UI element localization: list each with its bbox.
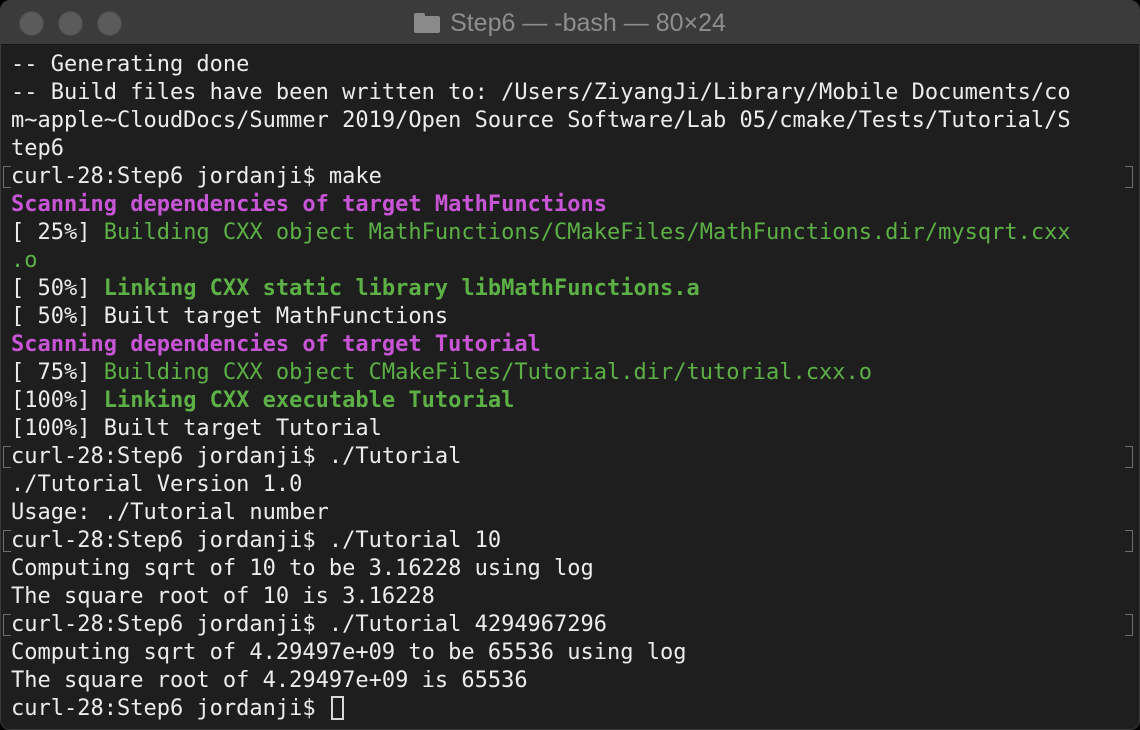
line-text: -- Generating done	[11, 52, 250, 77]
terminal-window: Step6 — -bash — 80×24 -- Generating done…	[0, 0, 1140, 730]
line-text: m~apple~CloudDocs/Summer 2019/Open Sourc…	[11, 108, 1071, 133]
output-line: Usage: ./Tutorial number	[11, 499, 1071, 527]
line-text: Building CXX object CMakeFiles/Tutorial.…	[103, 360, 872, 385]
output-line: Scanning dependencies of target MathFunc…	[11, 191, 1071, 219]
prompt-mark-left	[3, 166, 11, 188]
line-text: [ 25%]	[11, 220, 104, 245]
prompt-mark-left	[3, 530, 11, 552]
prompt-mark-right	[1125, 446, 1133, 468]
output-line: m~apple~CloudDocs/Summer 2019/Open Sourc…	[11, 107, 1071, 135]
prompt-mark-right	[1125, 614, 1133, 636]
folder-icon	[414, 13, 441, 33]
line-text: [100%]	[11, 388, 104, 413]
prompt-mark-left	[3, 614, 11, 636]
output-line: [ 50%] Built target MathFunctions	[11, 303, 1071, 331]
window-title: Step6 — -bash — 80×24	[450, 8, 726, 37]
terminal-content[interactable]: -- Generating done -- Build files have be…	[1, 45, 1139, 729]
title-bar: Step6 — -bash — 80×24	[1, 1, 1139, 45]
line-text: [100%] Built target Tutorial	[11, 416, 382, 441]
line-text: Computing sqrt of 10 to be 3.16228 using…	[11, 556, 594, 581]
text-cursor	[330, 696, 344, 720]
line-text: The square root of 10 is 3.16228	[11, 584, 435, 609]
line-text: [ 75%]	[11, 360, 104, 385]
prompt-mark-right	[1125, 166, 1133, 188]
prompt-mark-right	[1125, 530, 1133, 552]
output-line: [ 75%] Building CXX object CMakeFiles/Tu…	[11, 359, 1071, 387]
line-text: Linking CXX executable Tutorial	[103, 388, 515, 413]
output-line: [100%] Linking CXX executable Tutorial	[11, 387, 1071, 415]
line-text: Building CXX object MathFunctions/CMakeF…	[103, 220, 1071, 245]
output-line: -- Generating done	[11, 51, 1071, 79]
line-text: ./Tutorial Version 1.0	[11, 472, 303, 497]
line-text: Scanning dependencies of target MathFunc…	[11, 192, 608, 217]
line-text: curl-28:Step6 jordanji$ ./Tutorial 10	[11, 528, 502, 553]
output-line: Computing sqrt of 10 to be 3.16228 using…	[11, 555, 1071, 583]
line-text: -- Build files have been written to: /Us…	[11, 80, 1071, 105]
prompt-line: curl-28:Step6 jordanji$ ./Tutorial 42949…	[11, 611, 1071, 639]
prompt-line: curl-28:Step6 jordanji$	[11, 695, 1071, 723]
line-text: Linking CXX static library libMathFuncti…	[103, 276, 700, 301]
line-text: The square root of 4.29497e+09 is 65536	[11, 668, 528, 693]
line-text: curl-28:Step6 jordanji$ make	[11, 164, 382, 189]
output-line: The square root of 10 is 3.16228	[11, 583, 1071, 611]
output-line: Computing sqrt of 4.29497e+09 to be 6553…	[11, 639, 1071, 667]
line-text: Scanning dependencies of target Tutorial	[11, 332, 541, 357]
line-text: tep6	[11, 136, 64, 161]
output-line: [100%] Built target Tutorial	[11, 415, 1071, 443]
line-text: curl-28:Step6 jordanji$ ./Tutorial	[11, 444, 462, 469]
line-text: curl-28:Step6 jordanji$	[11, 696, 329, 721]
line-text: [ 50%]	[11, 276, 104, 301]
output-line: -- Build files have been written to: /Us…	[11, 79, 1071, 107]
output-line: tep6	[11, 135, 1071, 163]
terminal-output: -- Generating done -- Build files have be…	[11, 51, 1071, 723]
window-title-group: Step6 — -bash — 80×24	[1, 1, 1139, 45]
line-text: Computing sqrt of 4.29497e+09 to be 6553…	[11, 640, 687, 665]
output-line: The square root of 4.29497e+09 is 65536	[11, 667, 1071, 695]
line-text: Usage: ./Tutorial number	[11, 500, 329, 525]
line-text: curl-28:Step6 jordanji$ ./Tutorial 42949…	[11, 612, 608, 637]
output-line: ./Tutorial Version 1.0	[11, 471, 1071, 499]
output-line: .o	[11, 247, 1071, 275]
prompt-line: curl-28:Step6 jordanji$ ./Tutorial 10	[11, 527, 1071, 555]
line-text: .o	[11, 248, 38, 273]
prompt-mark-left	[3, 446, 11, 468]
line-text: [ 50%] Built target MathFunctions	[11, 304, 449, 329]
output-line: [ 50%] Linking CXX static library libMat…	[11, 275, 1071, 303]
output-line: Scanning dependencies of target Tutorial	[11, 331, 1071, 359]
output-line: [ 25%] Building CXX object MathFunctions…	[11, 219, 1071, 247]
prompt-line: curl-28:Step6 jordanji$ make	[11, 163, 1071, 191]
prompt-line: curl-28:Step6 jordanji$ ./Tutorial	[11, 443, 1071, 471]
